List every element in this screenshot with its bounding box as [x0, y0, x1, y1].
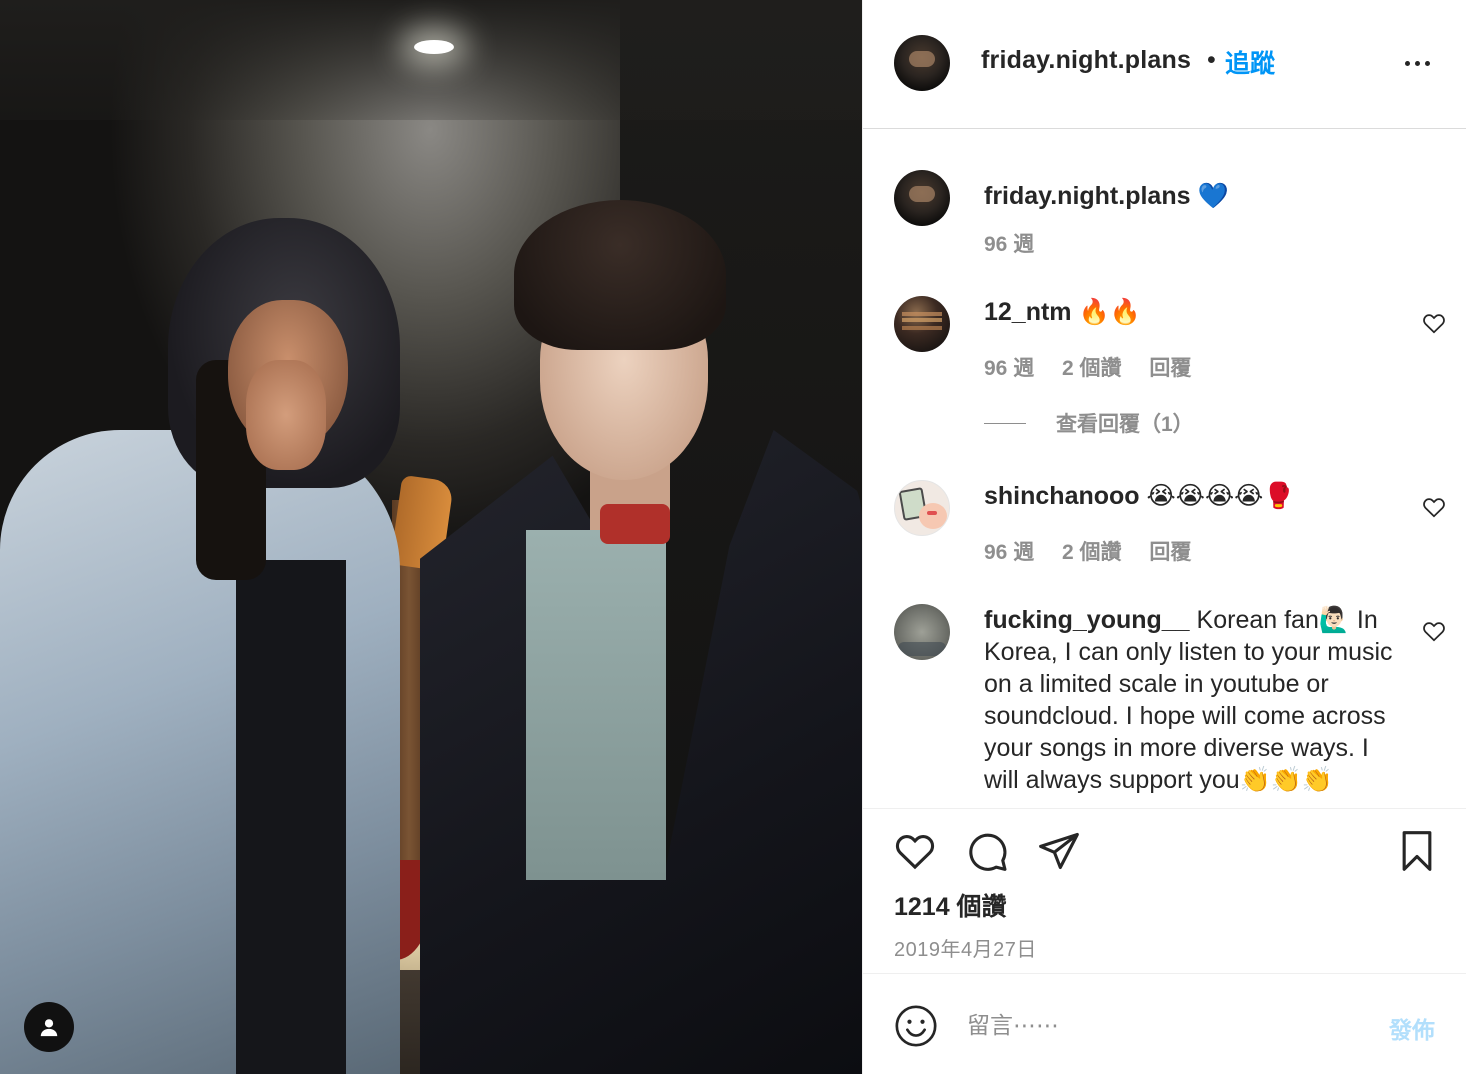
- person-left-hand: [246, 360, 326, 470]
- replies-divider: [984, 422, 1026, 424]
- commenter-avatar[interactable]: [894, 296, 950, 352]
- reply-button[interactable]: 回覆: [1149, 357, 1191, 380]
- comments-list[interactable]: friday.night.plans 💙 96 週 12_ntm 🔥🔥 96 週…: [863, 130, 1466, 808]
- person-right-hair: [514, 200, 726, 350]
- heart-icon: [1423, 498, 1445, 518]
- comment-time[interactable]: 96 週: [984, 541, 1034, 564]
- commenter-username[interactable]: 12_ntm: [984, 298, 1072, 326]
- comment-likes[interactable]: 2 個讚: [1062, 541, 1122, 564]
- heart-icon: [1423, 314, 1445, 334]
- post-side-panel: friday.night.plans • 追蹤 friday.night.pla…: [862, 0, 1466, 1074]
- comment-like-button[interactable]: [1421, 494, 1447, 520]
- comment-input[interactable]: [967, 1005, 1367, 1045]
- emoji-button[interactable]: [893, 1003, 939, 1049]
- ceiling-lamp: [414, 40, 454, 54]
- comment-composer: 發佈: [863, 975, 1466, 1074]
- comment-text: 😭😭😭😭🥊: [1146, 482, 1295, 510]
- more-options-icon[interactable]: [1397, 48, 1437, 78]
- like-button[interactable]: [893, 829, 941, 877]
- comment-bubble-icon: [969, 833, 1007, 871]
- comment-likes[interactable]: 2 個讚: [1062, 357, 1122, 380]
- commenter-avatar[interactable]: [894, 604, 950, 660]
- post-actions: 1214 個讚 2019年4月27日: [863, 808, 1466, 974]
- post-header: friday.night.plans • 追蹤: [863, 0, 1466, 129]
- follow-button[interactable]: 追蹤: [1225, 44, 1275, 80]
- dark-shirt: [236, 560, 346, 1074]
- caption-username[interactable]: friday.night.plans: [984, 182, 1191, 210]
- view-replies-button[interactable]: 查看回覆（1）: [984, 408, 1194, 438]
- bookmark-icon: [1402, 831, 1432, 871]
- caption-time[interactable]: 96 週: [984, 233, 1034, 256]
- studio-ceiling: [0, 0, 862, 120]
- reply-button[interactable]: 回覆: [1149, 541, 1191, 564]
- view-replies-label: 查看回覆（1）: [1056, 413, 1194, 436]
- heart-icon: [895, 834, 935, 870]
- smiley-icon: [895, 1005, 937, 1047]
- author-username[interactable]: friday.night.plans: [981, 46, 1191, 75]
- comment-text: 🔥🔥: [1078, 298, 1141, 326]
- likes-count[interactable]: 1214 個讚: [894, 887, 1007, 923]
- comment-like-button[interactable]: [1421, 618, 1447, 644]
- commenter-username[interactable]: shinchanooo: [984, 482, 1140, 510]
- share-button[interactable]: [1037, 829, 1085, 877]
- heart-icon: [1423, 622, 1445, 642]
- red-collar: [600, 504, 670, 544]
- separator-dot: •: [1207, 46, 1216, 74]
- comment-time[interactable]: 96 週: [984, 357, 1034, 380]
- commenter-avatar[interactable]: [894, 480, 950, 536]
- tagged-user-button[interactable]: [24, 1002, 74, 1052]
- caption-avatar[interactable]: [894, 170, 950, 226]
- post-date[interactable]: 2019年4月27日: [894, 933, 1037, 962]
- paper-plane-icon: [1039, 832, 1079, 870]
- post-photo[interactable]: [0, 0, 862, 1074]
- author-avatar[interactable]: [894, 35, 950, 91]
- comment-text: Korean fan🙋🏻‍♂️ In Korea, I can only lis…: [984, 606, 1393, 794]
- save-button[interactable]: [1395, 829, 1443, 877]
- user-icon: [40, 1019, 58, 1037]
- mint-shirt: [526, 530, 666, 880]
- post-comment-button[interactable]: 發佈: [1389, 1011, 1435, 1045]
- caption-text: 💙: [1197, 182, 1229, 210]
- comment-like-button[interactable]: [1421, 310, 1447, 336]
- commenter-username[interactable]: fucking_young__: [984, 606, 1190, 634]
- comment-button[interactable]: [965, 829, 1013, 877]
